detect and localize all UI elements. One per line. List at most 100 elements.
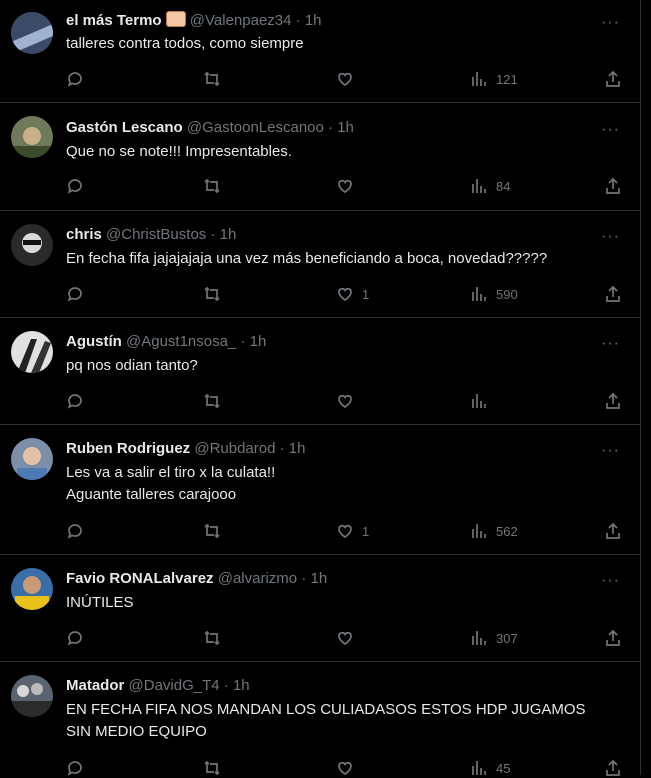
views-button[interactable]: 590 [470, 284, 518, 304]
display-name[interactable]: Agustín [66, 333, 122, 350]
avatar-image [11, 438, 53, 480]
reply-button[interactable] [66, 521, 84, 541]
timestamp[interactable]: 1h [233, 677, 250, 694]
avatar-image [11, 116, 53, 158]
reply-tweet[interactable]: Favio RONALalvarez @alvarizmo · 1h ··· I… [0, 555, 640, 662]
avatar[interactable] [11, 116, 53, 158]
reply-tweet[interactable]: Matador @DavidG_T4 · 1h EN FECHA FIFA NO… [0, 662, 640, 778]
reply-button[interactable] [66, 284, 84, 304]
tweet-header: chris @ChristBustos · 1h [66, 226, 236, 244]
reply-tweet[interactable]: Ruben Rodriguez @Rubdarod · 1h ··· Les v… [0, 425, 640, 555]
action-bar: 45 [66, 758, 626, 778]
reply-button[interactable] [66, 69, 84, 89]
like-button[interactable] [336, 176, 362, 196]
retweet-button[interactable] [203, 628, 221, 648]
reply-button[interactable] [66, 628, 84, 648]
reply-tweet[interactable]: el más Termo @Valenpaez34 · 1h ··· talle… [0, 0, 640, 103]
user-handle[interactable]: @alvarizmo [218, 570, 297, 587]
timestamp[interactable]: 1h [250, 333, 267, 350]
heart-icon [338, 761, 352, 775]
retweet-button[interactable] [203, 176, 221, 196]
share-button[interactable] [604, 391, 622, 411]
share-icon [606, 70, 620, 87]
timestamp[interactable]: 1h [305, 12, 322, 29]
views-button[interactable]: 121 [470, 69, 518, 89]
user-handle[interactable]: @ChristBustos [106, 226, 206, 243]
avatar[interactable] [11, 331, 53, 373]
avatar[interactable] [11, 438, 53, 480]
reply-tweet[interactable]: chris @ChristBustos · 1h ··· En fecha fi… [0, 211, 640, 318]
more-options-icon[interactable]: ··· [601, 122, 620, 138]
heart-icon [338, 179, 352, 193]
share-button[interactable] [604, 628, 622, 648]
avatar[interactable] [11, 675, 53, 717]
reply-icon [67, 761, 82, 776]
tweet-text-line: SIN MEDIO EQUIPO [66, 723, 207, 740]
share-icon [606, 285, 620, 302]
fist-emoji-icon [165, 11, 186, 27]
avatar-image [11, 331, 53, 373]
timestamp[interactable]: 1h [310, 570, 327, 587]
reply-button[interactable] [66, 176, 84, 196]
more-options-icon[interactable]: ··· [601, 573, 620, 589]
reply-tweet[interactable]: Agustín @Agust1nsosa_ · 1h ··· pq nos od… [0, 318, 640, 425]
like-count: 1 [362, 523, 370, 539]
display-name[interactable]: Gastón Lescano [66, 119, 183, 136]
user-handle[interactable]: @Valenpaez34 [190, 12, 292, 29]
user-handle[interactable]: @DavidG_T4 [129, 677, 220, 694]
share-button[interactable] [604, 284, 622, 304]
tweet-text-line: Aguante talleres carajooo [66, 486, 237, 503]
avatar[interactable] [11, 12, 53, 54]
user-handle[interactable]: @GastoonLescanoo [187, 119, 324, 136]
retweet-button[interactable] [203, 69, 221, 89]
views-button[interactable]: 307 [470, 628, 518, 648]
display-name[interactable]: Matador [66, 677, 124, 694]
like-button[interactable] [336, 628, 362, 648]
views-button[interactable]: 45 [470, 758, 510, 778]
avatar[interactable] [11, 568, 53, 610]
retweet-button[interactable] [203, 758, 221, 778]
display-name[interactable]: Favio RONALalvarez [66, 570, 214, 587]
avatar-image [11, 12, 53, 54]
more-options-icon[interactable]: ··· [601, 336, 620, 352]
share-button[interactable] [604, 69, 622, 89]
reply-button[interactable] [66, 391, 84, 411]
avatar-image [11, 568, 53, 610]
more-options-icon[interactable]: ··· [601, 443, 620, 459]
retweet-icon [204, 71, 220, 87]
like-button[interactable] [336, 758, 362, 778]
retweet-button[interactable] [203, 391, 221, 411]
views-button[interactable] [470, 391, 496, 411]
more-options-icon[interactable]: ··· [601, 15, 620, 31]
views-button[interactable]: 562 [470, 521, 518, 541]
retweet-button[interactable] [203, 284, 221, 304]
reply-icon [67, 72, 82, 87]
share-button[interactable] [604, 758, 622, 778]
reply-tweet[interactable]: Gastón Lescano @GastoonLescanoo · 1h ···… [0, 103, 640, 211]
display-name[interactable]: Ruben Rodriguez [66, 440, 190, 457]
share-button[interactable] [604, 176, 622, 196]
retweet-button[interactable] [203, 521, 221, 541]
share-icon [606, 177, 620, 194]
timestamp[interactable]: 1h [337, 119, 354, 136]
display-name[interactable]: chris [66, 226, 102, 243]
display-name[interactable]: el más Termo [66, 12, 162, 29]
heart-icon [338, 524, 352, 538]
view-count: 121 [496, 71, 518, 87]
avatar[interactable] [11, 224, 53, 266]
user-handle[interactable]: @Rubdarod [194, 440, 275, 457]
user-handle[interactable]: @Agust1nsosa_ [126, 333, 236, 350]
like-button[interactable]: 1 [336, 284, 369, 304]
share-button[interactable] [604, 521, 622, 541]
tweet-text: En fecha fifa jajajajaja una vez más ben… [66, 250, 548, 267]
more-options-icon[interactable]: ··· [601, 229, 620, 245]
timestamp[interactable]: 1h [220, 226, 237, 243]
separator: · [295, 12, 301, 29]
reply-button[interactable] [66, 758, 84, 778]
timestamp[interactable]: 1h [289, 440, 306, 457]
views-button[interactable]: 84 [470, 176, 510, 196]
like-button[interactable]: 1 [336, 521, 369, 541]
like-button[interactable] [336, 69, 362, 89]
view-count: 307 [496, 630, 518, 646]
like-button[interactable] [336, 391, 362, 411]
